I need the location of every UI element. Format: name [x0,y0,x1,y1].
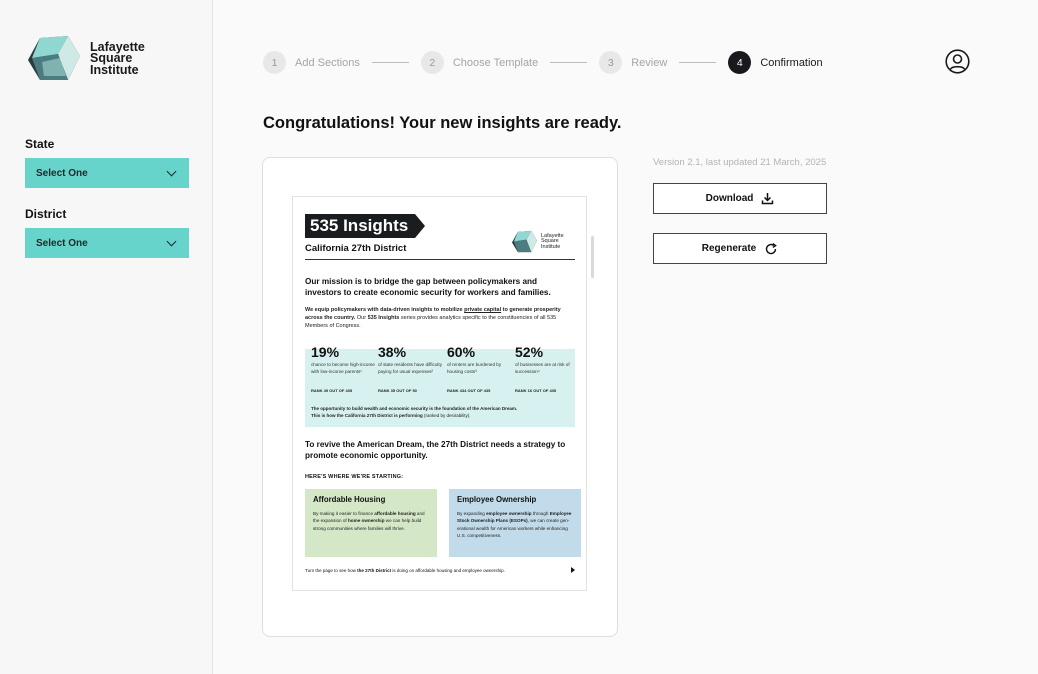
logo-cube-icon [512,230,538,253]
stat-description: of renters are burdened by housing costs… [447,362,502,374]
version-info: Version 2.1, last updated 21 March, 2025 [653,157,827,168]
step-confirmation[interactable]: 4 Confirmation [728,51,823,74]
foot-text: Turn the page to see how [305,568,358,573]
chevron-down-icon [166,236,177,246]
refresh-icon [766,242,778,254]
step-connector [679,62,717,63]
stat-item: 38% of state residents have difficulty p… [378,344,444,393]
doc-revive-heading: To revive the American Dream, the 27th D… [305,439,573,462]
note-line-2: This is how the California 27th District… [311,412,423,418]
stat-item: 52% of businesses are at risk of success… [515,344,581,393]
step-connector [550,62,588,63]
district-label: District [25,207,67,221]
box-text: By making it easier to finance [313,511,375,516]
para-bold-2: private capital [464,307,502,313]
stepper: 1 Add Sections 2 Choose Template 3 Revie… [263,51,823,74]
affordable-housing-box: Affordable Housing By making it easier t… [305,489,437,557]
state-label: State [25,137,55,151]
page-title: Congratulations! Your new insights are r… [263,114,622,132]
box-bold: affordable housing [374,511,416,516]
box-text: through [531,511,550,516]
step-number: 3 [599,51,623,74]
box-text: By expanding [457,511,487,516]
sidebar: Lafayette Square Institute State Select … [0,0,213,674]
document-page: 535 Insights California 27th District La… [292,196,587,591]
district-select-value: Select One [36,237,88,249]
doc-divider [305,259,575,260]
foot-text: is doing on affordable housing and emplo… [391,568,505,573]
stat-value: 52% [515,344,544,360]
chevron-down-icon [166,166,177,176]
doc-title: 535 Insights [305,214,426,238]
doc-footer: Turn the page to see how the 27th Distri… [305,568,505,573]
step-choose-template[interactable]: 2 Choose Template [420,51,539,74]
scrollbar-thumb[interactable] [591,236,594,278]
download-button[interactable]: Download [653,183,827,214]
stat-rank: RANK 35 OUT OF 50 [378,388,417,393]
step-label: Review [631,56,668,69]
stat-description: of state residents have difficulty payin… [378,362,443,374]
regenerate-button[interactable]: Regenerate [653,233,827,264]
download-icon [762,193,774,205]
state-select-value: Select One [36,167,88,179]
step-connector [371,62,409,63]
stat-value: 38% [378,344,407,360]
step-label: Confirmation [760,56,823,69]
logo-cube-icon [28,36,80,80]
para-rest-1: Our [355,315,368,321]
revive-2: the 27th District [426,440,489,449]
note-line-1: The opportunity to build wealth and econ… [311,406,518,411]
stat-rank: RANK 434 OUT OF 435 [447,388,491,393]
stat-description: of businesses are at risk of succession⁴ [515,362,570,374]
stat-rank: RANK 49 OUT OF 435 [311,388,353,393]
stat-rank: RANK 16 OUT OF 435 [515,388,557,393]
doc-intro-paragraph: We equip policymakers with data-driven i… [305,306,573,330]
step-number: 1 [263,51,286,74]
stat-description: chance to become high-income with low-in… [311,362,375,374]
box-body: By expanding employee ownership through … [457,510,573,539]
download-label: Download [705,193,754,204]
logo[interactable]: Lafayette Square Institute [28,36,160,82]
logo-line-3: Institute [90,62,139,77]
revive-1: To revive the American Dream, [305,440,427,449]
state-select[interactable]: Select One [25,158,189,188]
regenerate-label: Regenerate [701,243,757,254]
step-number: 4 [728,51,752,74]
stat-value: 60% [447,344,476,360]
main-content: 1 Add Sections 2 Choose Template 3 Revie… [214,0,1038,674]
stat-item: 19% chance to become high-income with lo… [311,344,377,393]
doc-logo: Lafayette Square Institute [512,230,581,254]
para-bold-4: 535 Insights [367,315,400,321]
foot-bold: the 27th District [357,568,392,573]
logo-wordmark: Lafayette Square Institute [90,41,160,77]
stat-item: 60% of renters are burdened by housing c… [447,344,513,393]
doc-logo-line-3: Institute [541,243,561,250]
box-body: By making it easier to finance affordabl… [313,510,429,532]
step-review[interactable]: 3 Review [599,51,667,74]
step-add-sections[interactable]: 1 Add Sections [263,51,360,74]
doc-stats-panel: 19% chance to become high-income with lo… [305,344,575,427]
box-title: Employee Ownership [457,495,537,504]
step-number: 2 [420,51,444,74]
document-preview-card[interactable]: 535 Insights California 27th District La… [262,157,618,637]
employee-ownership-box: Employee Ownership By expanding employee… [449,489,581,557]
district-select[interactable]: Select One [25,228,189,258]
stat-value: 19% [311,344,340,360]
para-bold-1: We equip policymakers with data-driven i… [305,307,465,313]
box-title: Affordable Housing [313,495,386,504]
box-bold: employee ownership [486,511,532,516]
user-circle-icon[interactable] [945,49,970,74]
doc-logo-wordmark: Lafayette Square Institute [541,233,581,250]
box-bold: home ownership [348,518,385,524]
doc-mission: Our mission is to bridge the gap between… [305,277,551,298]
step-label: Add Sections [295,56,360,69]
doc-starting-label: HERE'S WHERE WE'RE STARTING: [305,474,404,480]
doc-subtitle: California 27th District [305,243,407,254]
next-page-arrow-icon [571,567,575,573]
note-line-2-tail: (ranked by desirability). [422,412,471,418]
step-label: Choose Template [452,56,539,69]
stats-note: The opportunity to build wealth and econ… [311,406,571,419]
